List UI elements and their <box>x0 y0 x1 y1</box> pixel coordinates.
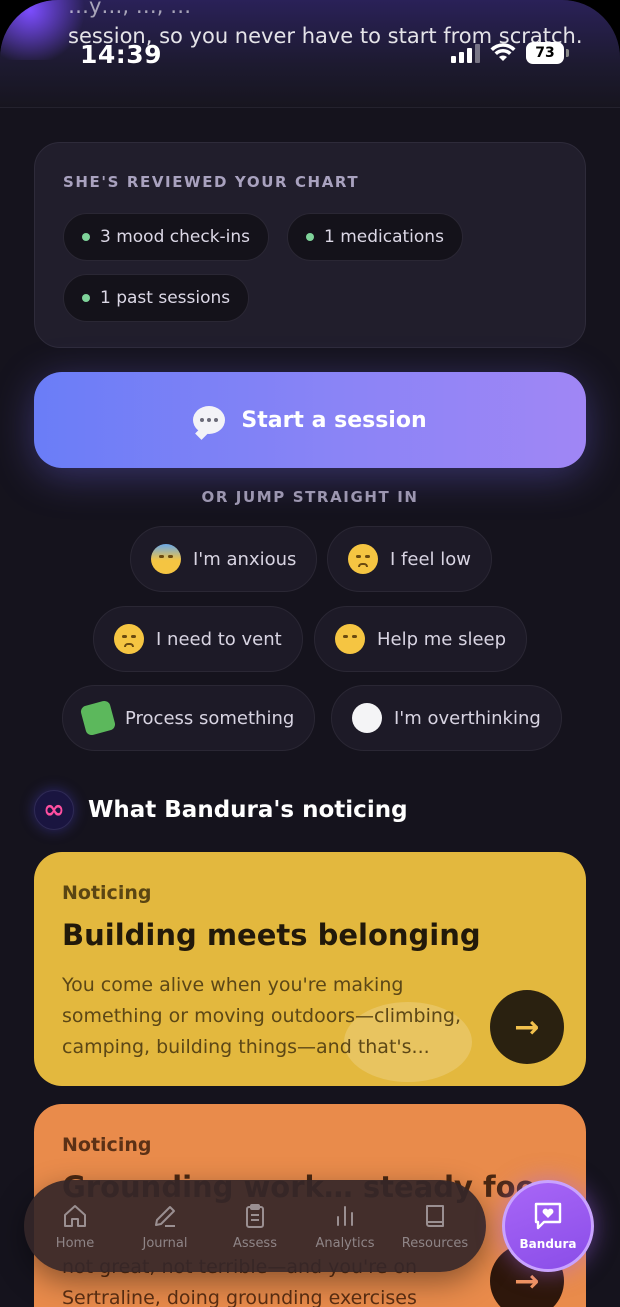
tab-label: Resources <box>401 1235 469 1251</box>
steam-face-icon <box>114 624 144 654</box>
status-dot <box>306 233 314 241</box>
speech-bubble-icon <box>193 406 226 434</box>
chip-label: I'm anxious <box>193 548 297 570</box>
start-session-label: Start a session <box>241 407 427 433</box>
chip-label: I feel low <box>390 548 471 570</box>
tab-label: Assess <box>233 1235 277 1251</box>
chip-label: Help me sleep <box>377 628 507 650</box>
puzzle-icon <box>79 699 117 737</box>
start-session-button[interactable]: Start a session <box>34 372 586 468</box>
chip-sleep[interactable]: Help me sleep <box>314 606 528 672</box>
chip-feel-low[interactable]: I feel low <box>327 526 492 592</box>
past-sessions-pill[interactable]: 1 past sessions <box>63 274 250 322</box>
chip-label: Process something <box>125 707 295 729</box>
chart-card-title: SHE'S REVIEWED YOUR CHART <box>63 173 360 191</box>
chip-vent[interactable]: I need to vent <box>93 606 303 672</box>
chip-overthinking[interactable]: I'm overthinking <box>331 685 562 751</box>
book-icon <box>426 1204 444 1227</box>
chip-label: I'm overthinking <box>394 707 541 729</box>
pill-label: 1 past sessions <box>100 288 231 308</box>
noticing-title: What Bandura's noticing <box>88 797 408 823</box>
chart-review-card: SHE'S REVIEWED YOUR CHART 3 mood check-i… <box>34 142 586 348</box>
bottom-tab-bar: Home Journal Assess Analytics Resources <box>24 1180 486 1272</box>
tab-assess[interactable]: Assess <box>211 1202 299 1251</box>
app-screen: …y…, …, … session, so you never have to … <box>0 0 620 1307</box>
mood-checkins-pill[interactable]: 3 mood check-ins <box>63 213 270 261</box>
tab-resources[interactable]: Resources <box>391 1202 479 1251</box>
home-icon <box>64 1204 86 1227</box>
card-body: You come alive when you're making someth… <box>62 974 462 1058</box>
chip-process[interactable]: Process something <box>62 685 316 751</box>
tab-home[interactable]: Home <box>31 1202 119 1251</box>
tab-label: Home <box>55 1235 95 1251</box>
bandura-chat-button[interactable]: Bandura <box>502 1180 594 1272</box>
bar-chart-icon <box>337 1205 353 1226</box>
anxious-face-icon <box>151 544 181 574</box>
sleeping-face-icon <box>335 624 365 654</box>
jump-in-label: OR JUMP STRAIGHT IN <box>201 488 419 506</box>
disappointed-face-icon <box>348 544 378 574</box>
pen-icon <box>155 1205 175 1227</box>
tab-analytics[interactable]: Analytics <box>301 1202 389 1251</box>
status-time: 14:39 <box>80 40 163 69</box>
infinity-icon: ∞ <box>34 790 74 830</box>
tab-label: Analytics <box>315 1235 375 1251</box>
thought-bubble-icon <box>352 703 382 733</box>
card-kicker: Noticing <box>62 882 152 904</box>
pill-label: 3 mood check-ins <box>100 227 251 247</box>
pill-label: 1 medications <box>324 227 444 247</box>
fab-label: Bandura <box>519 1237 577 1251</box>
status-icons: 73 <box>451 42 569 64</box>
status-dot <box>82 294 90 302</box>
noticing-header: ∞ What Bandura's noticing <box>34 790 408 830</box>
signal-icon <box>451 43 480 63</box>
heart-chat-icon <box>534 1202 562 1230</box>
tab-label: Journal <box>142 1235 188 1251</box>
clipboard-icon <box>246 1203 264 1228</box>
tab-journal[interactable]: Journal <box>121 1202 209 1251</box>
chip-anxious[interactable]: I'm anxious <box>130 526 318 592</box>
scrolled-text-partial: …y…, …, … <box>68 0 192 18</box>
card-kicker: Noticing <box>62 1134 152 1156</box>
battery-icon: 73 <box>526 42 569 64</box>
chip-label: I need to vent <box>156 628 282 650</box>
status-dot <box>82 233 90 241</box>
medications-pill[interactable]: 1 medications <box>287 213 463 261</box>
arrow-right-icon[interactable]: → <box>490 990 564 1064</box>
card-title: Building meets belonging <box>62 918 481 952</box>
noticing-card[interactable]: Noticing Building meets belonging You co… <box>34 852 586 1086</box>
wifi-icon <box>490 43 516 61</box>
